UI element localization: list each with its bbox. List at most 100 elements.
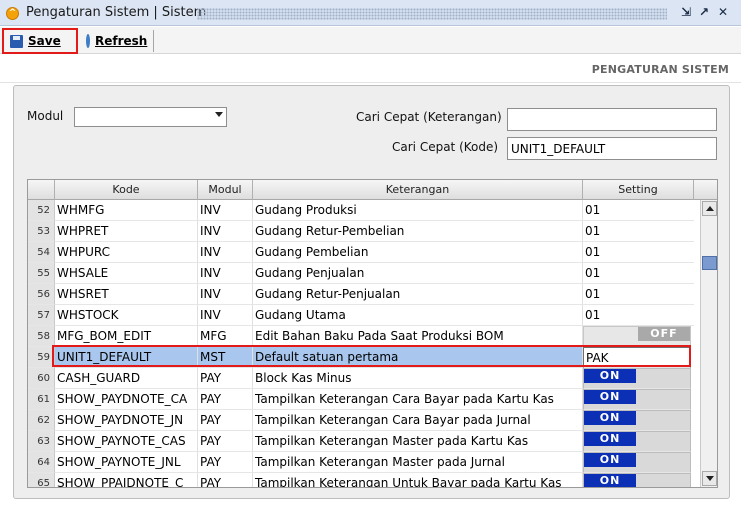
cell-kode[interactable]: WHPURC bbox=[55, 242, 198, 263]
table-row[interactable]: 52 WHMFG INV Gudang Produksi 01 bbox=[28, 200, 700, 221]
cell-setting[interactable]: 01 bbox=[583, 200, 694, 221]
cell-keterangan[interactable]: Gudang Retur-Pembelian bbox=[253, 221, 583, 242]
cell-kode[interactable]: WHMFG bbox=[55, 200, 198, 221]
table-row[interactable]: 64 SHOW_PAYNOTE_JNL PAY Tampilkan Keteranga… bbox=[28, 452, 700, 473]
cell-modul[interactable]: PAY bbox=[198, 410, 253, 431]
table-row[interactable]: 56 WHSRET INV Gudang Retur-Penjualan 01 bbox=[28, 284, 700, 305]
cell-keterangan[interactable]: Gudang Penjualan bbox=[253, 263, 583, 284]
popout-icon[interactable]: ↗ bbox=[697, 6, 711, 20]
table-row[interactable]: 55 WHSALE INV Gudang Penjualan 01 bbox=[28, 263, 700, 284]
cell-kode[interactable]: CASH_GUARD bbox=[55, 368, 198, 389]
modul-select[interactable] bbox=[74, 107, 227, 127]
cell-modul[interactable]: INV bbox=[198, 200, 253, 221]
cell-keterangan[interactable]: Gudang Pembelian bbox=[253, 242, 583, 263]
table-row[interactable]: 54 WHPURC INV Gudang Pembelian 01 bbox=[28, 242, 700, 263]
cell-kode[interactable]: WHPRET bbox=[55, 221, 198, 242]
row-number: 64 bbox=[28, 452, 55, 473]
cell-modul[interactable]: MFG bbox=[198, 326, 253, 347]
row-number: 59 bbox=[28, 347, 55, 368]
floppy-disk-icon bbox=[10, 34, 23, 48]
cell-keterangan[interactable]: Default satuan pertama bbox=[253, 347, 583, 368]
cari-keterangan-input[interactable] bbox=[507, 108, 717, 131]
row-number: 62 bbox=[28, 410, 55, 431]
table-row[interactable]: 60 CASH_GUARD PAY Block Kas Minus ON bbox=[28, 368, 700, 389]
cell-modul[interactable]: INV bbox=[198, 242, 253, 263]
cell-kode[interactable]: SHOW_PAYDNOTE_CA bbox=[55, 389, 198, 410]
column-header-modul[interactable]: Modul bbox=[198, 180, 253, 200]
cell-keterangan[interactable]: Edit Bahan Baku Pada Saat Produksi BOM bbox=[253, 326, 583, 347]
cell-kode[interactable]: SHOW_PAYNOTE_JNL bbox=[55, 452, 198, 473]
close-icon[interactable]: ✕ bbox=[716, 6, 730, 20]
cell-keterangan[interactable]: Tampilkan Keterangan Cara Bayar pada Kar… bbox=[253, 389, 583, 410]
cell-kode[interactable]: WHSTOCK bbox=[55, 305, 198, 326]
cell-kode[interactable]: MFG_BOM_EDIT bbox=[55, 326, 198, 347]
cell-modul[interactable]: PAY bbox=[198, 389, 253, 410]
table-row[interactable]: 58 MFG_BOM_EDIT MFG Edit Bahan Baku Pada Sa… bbox=[28, 326, 700, 347]
window-title: Pengaturan Sistem | Sistem bbox=[26, 5, 207, 20]
cell-kode[interactable]: WHSALE bbox=[55, 263, 198, 284]
setting-toggle-on[interactable]: ON bbox=[583, 473, 691, 487]
cell-modul[interactable]: PAY bbox=[198, 431, 253, 452]
cell-keterangan[interactable]: Block Kas Minus bbox=[253, 368, 583, 389]
cari-kode-label: Cari Cepat (Kode) bbox=[392, 140, 499, 154]
column-header-kode[interactable]: Kode bbox=[55, 180, 198, 200]
cell-modul[interactable]: MST bbox=[198, 347, 253, 368]
column-header-setting[interactable]: Setting bbox=[583, 180, 694, 200]
table-row[interactable]: 63 SHOW_PAYNOTE_CAS PAY Tampilkan Keteranga… bbox=[28, 431, 700, 452]
scroll-thumb[interactable] bbox=[702, 256, 717, 270]
cell-keterangan[interactable]: Tampilkan Keterangan Cara Bayar pada Jur… bbox=[253, 410, 583, 431]
cell-keterangan[interactable]: Tampilkan Keterangan Untuk Bayar pada Ka… bbox=[253, 473, 583, 487]
cell-setting[interactable]: 01 bbox=[583, 242, 694, 263]
cell-modul[interactable]: INV bbox=[198, 284, 253, 305]
table-row[interactable]: 57 WHSTOCK INV Gudang Utama 01 bbox=[28, 305, 700, 326]
vertical-scrollbar[interactable] bbox=[700, 200, 717, 487]
cell-setting[interactable]: 01 bbox=[583, 221, 694, 242]
setting-toggle-on[interactable]: ON bbox=[583, 389, 691, 410]
toggle-label: ON bbox=[584, 474, 636, 487]
row-number: 56 bbox=[28, 284, 55, 305]
cell-kode[interactable]: SHOW_PAYNOTE_CAS bbox=[55, 431, 198, 452]
table-row[interactable]: 61 SHOW_PAYDNOTE_CA PAY Tampilkan Keteranga… bbox=[28, 389, 700, 410]
cell-kode[interactable]: SHOW_PAYDNOTE_JN bbox=[55, 410, 198, 431]
cell-modul[interactable]: INV bbox=[198, 221, 253, 242]
row-number: 58 bbox=[28, 326, 55, 347]
table-row[interactable]: 59 UNIT1_DEFAULT MST Default satuan pertama… bbox=[28, 347, 700, 368]
setting-toggle-on[interactable]: ON bbox=[583, 431, 691, 452]
setting-toggle-on[interactable]: ON bbox=[583, 368, 691, 389]
settings-grid: Kode Modul Keterangan Setting 52 WHMFG INV… bbox=[27, 179, 718, 488]
setting-toggle-on[interactable]: ON bbox=[583, 410, 691, 431]
cell-setting[interactable]: 01 bbox=[583, 284, 694, 305]
app-logo-icon: ^ bbox=[6, 7, 19, 20]
cell-kode[interactable]: UNIT1_DEFAULT bbox=[55, 347, 198, 368]
table-row[interactable]: 62 SHOW_PAYDNOTE_JN PAY Tampilkan Keteranga… bbox=[28, 410, 700, 431]
cell-modul[interactable]: INV bbox=[198, 263, 253, 284]
cell-keterangan[interactable]: Gudang Retur-Penjualan bbox=[253, 284, 583, 305]
cell-modul[interactable]: PAY bbox=[198, 473, 253, 487]
cari-kode-input[interactable] bbox=[507, 137, 717, 160]
scroll-up-icon[interactable] bbox=[702, 201, 717, 216]
scroll-down-icon[interactable] bbox=[702, 471, 717, 486]
cell-modul[interactable]: PAY bbox=[198, 452, 253, 473]
cell-modul[interactable]: PAY bbox=[198, 368, 253, 389]
title-grip[interactable] bbox=[197, 8, 667, 20]
setting-toggle-off[interactable]: OFF bbox=[583, 326, 691, 347]
setting-edit-input[interactable]: PAK bbox=[583, 347, 691, 368]
cell-keterangan[interactable]: Gudang Produksi bbox=[253, 200, 583, 221]
toggle-label: ON bbox=[584, 369, 636, 383]
refresh-button[interactable]: Refresh bbox=[80, 30, 154, 52]
cell-kode[interactable]: WHSRET bbox=[55, 284, 198, 305]
cell-modul[interactable]: INV bbox=[198, 305, 253, 326]
cell-keterangan[interactable]: Tampilkan Keterangan Master pada Jurnal bbox=[253, 452, 583, 473]
cell-keterangan[interactable]: Tampilkan Keterangan Master pada Kartu K… bbox=[253, 431, 583, 452]
restore-icon[interactable]: ⇲ bbox=[679, 6, 693, 20]
table-row[interactable]: 65 SHOW_PPAIDNOTE_C PAY Tampilkan Keteranga… bbox=[28, 473, 700, 487]
cell-setting[interactable]: 01 bbox=[583, 263, 694, 284]
cell-kode[interactable]: SHOW_PPAIDNOTE_C bbox=[55, 473, 198, 487]
cell-keterangan[interactable]: Gudang Utama bbox=[253, 305, 583, 326]
column-header-keterangan[interactable]: Keterangan bbox=[253, 180, 583, 200]
row-number-header bbox=[28, 180, 55, 200]
save-button[interactable]: Save bbox=[2, 28, 78, 54]
cell-setting[interactable]: 01 bbox=[583, 305, 694, 326]
setting-toggle-on[interactable]: ON bbox=[583, 452, 691, 473]
table-row[interactable]: 53 WHPRET INV Gudang Retur-Pembelian 01 bbox=[28, 221, 700, 242]
